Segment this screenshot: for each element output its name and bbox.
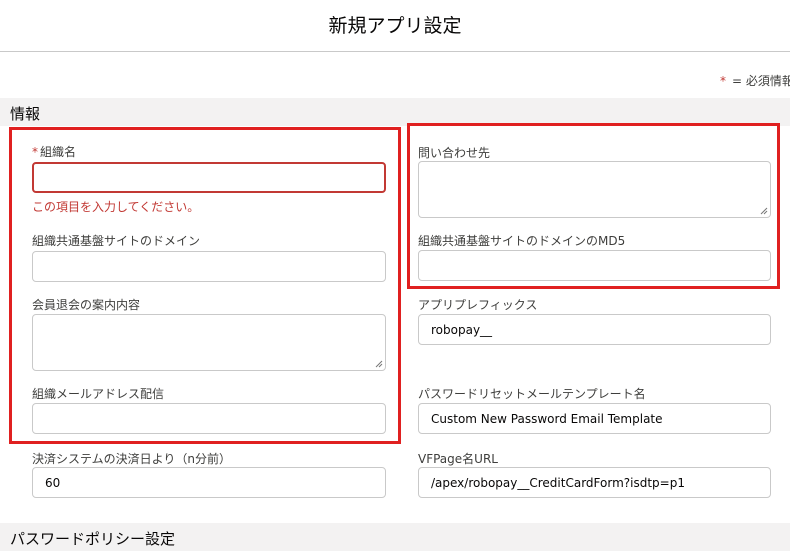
settlement-days-input[interactable]: 60: [32, 467, 386, 498]
field-app-prefix: アプリプレフィックス robopay__: [418, 295, 771, 347]
vfpage-url-label: VFPage名URL: [418, 452, 498, 466]
section-header-info[interactable]: 情報: [0, 98, 790, 126]
vfpage-url-input[interactable]: /apex/robopay__CreditCardForm?isdtp=p1: [418, 467, 771, 498]
field-vfpage-url: VFPage名URL /apex/robopay__CreditCardForm…: [418, 449, 771, 501]
required-legend-text: = 必須情報: [732, 74, 790, 88]
highlight-box-left: [9, 127, 401, 444]
highlight-box-right: [407, 123, 780, 289]
required-legend: * = 必須情報: [720, 72, 790, 89]
required-star: *: [720, 74, 726, 88]
app-prefix-input[interactable]: robopay__: [418, 314, 771, 345]
page-title: 新規アプリ設定: [328, 15, 462, 37]
section-title-password-policy: パスワードポリシー設定: [10, 530, 176, 548]
section-title-info: 情報: [10, 105, 41, 123]
page-header: 新規アプリ設定: [0, 0, 790, 52]
field-settlement-days: 決済システムの決済日より（n分前） 60: [32, 449, 386, 501]
pw-template-label: パスワードリセットメールテンプレート名: [418, 387, 646, 401]
app-prefix-label: アプリプレフィックス: [418, 298, 538, 312]
section-header-password-policy[interactable]: パスワードポリシー設定: [0, 523, 790, 551]
pw-template-input[interactable]: Custom New Password Email Template: [418, 403, 771, 434]
settlement-days-label: 決済システムの決済日より（n分前）: [32, 452, 232, 466]
field-pw-template: パスワードリセットメールテンプレート名 Custom New Password …: [418, 384, 771, 436]
